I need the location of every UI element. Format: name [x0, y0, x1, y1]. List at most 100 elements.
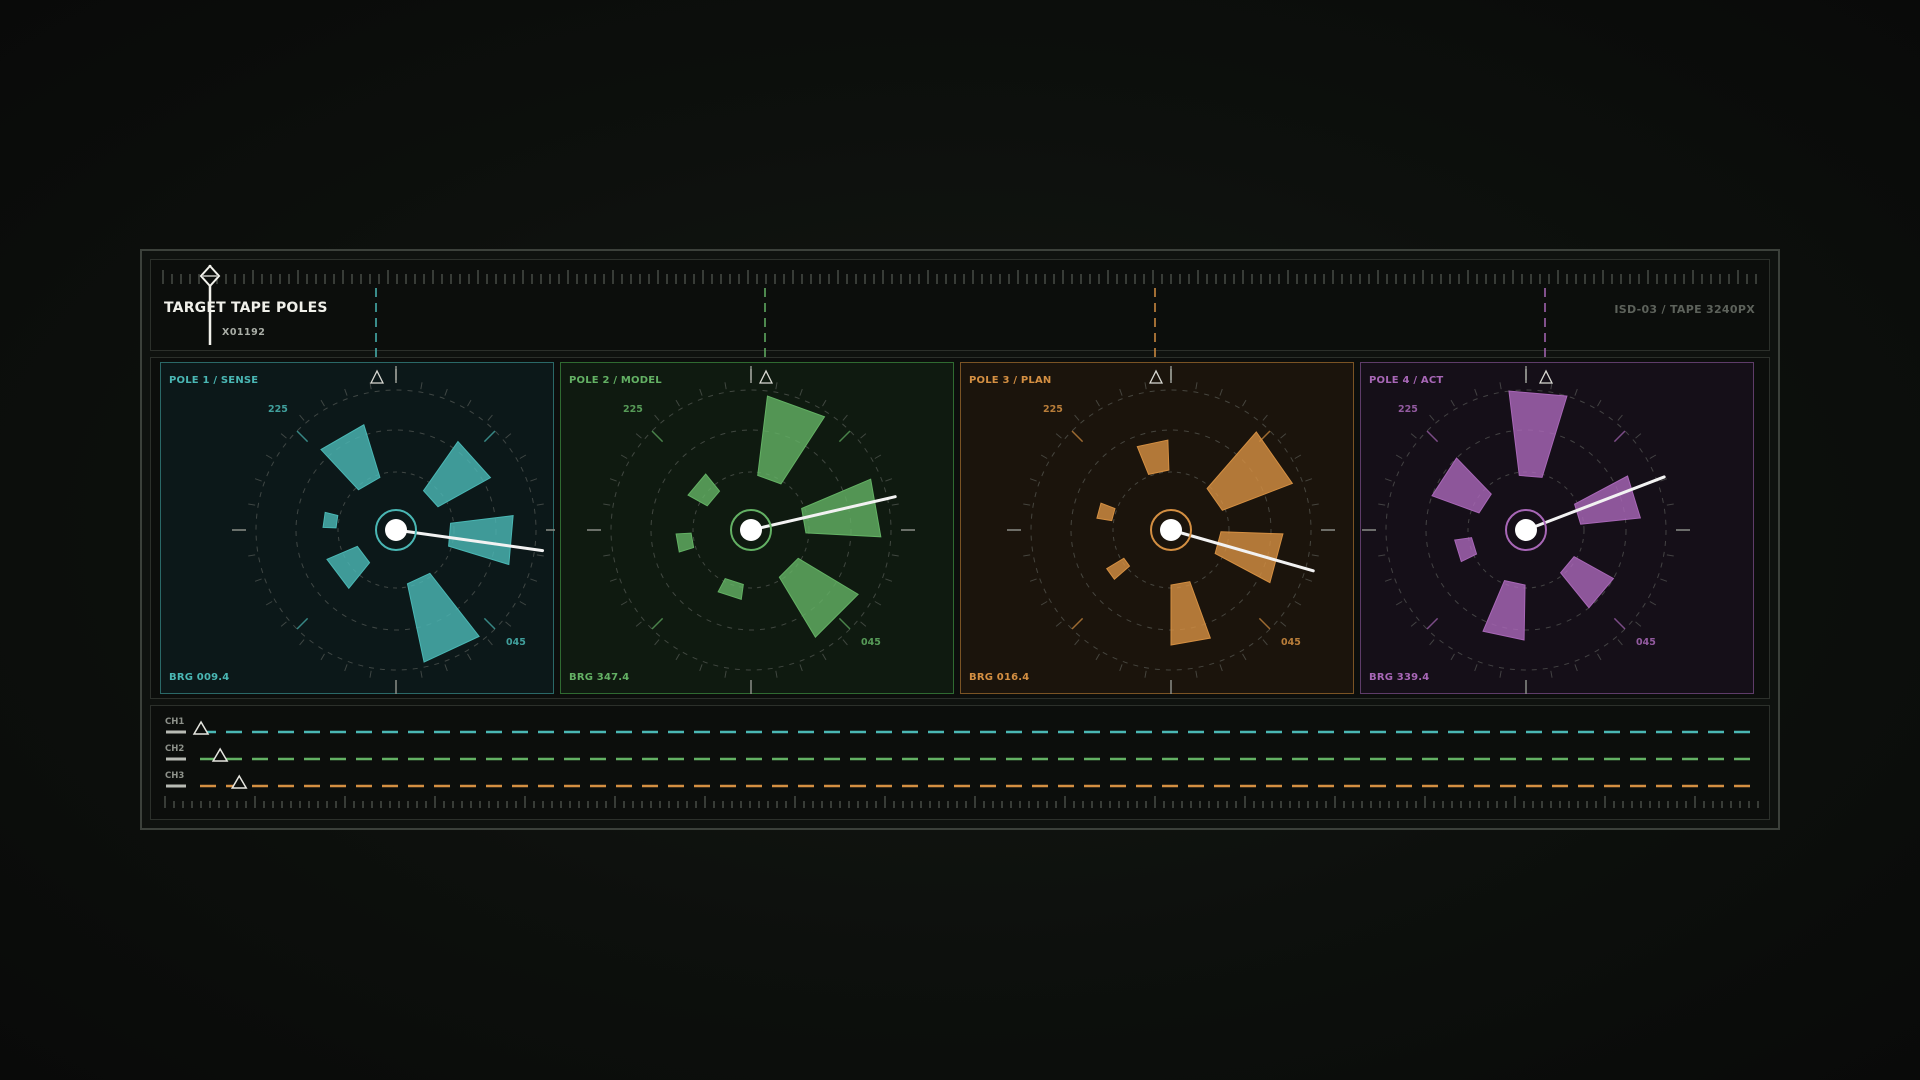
dial-tick	[1119, 664, 1123, 672]
dial-tick	[344, 664, 348, 672]
dial-tick	[609, 478, 617, 482]
dial-tick	[1635, 433, 1642, 439]
dial-tick	[1280, 433, 1287, 439]
signal-wedge	[717, 577, 744, 600]
angle-label-225: 225	[268, 404, 288, 415]
signal-wedge	[1431, 457, 1492, 514]
dial-tick	[874, 601, 882, 606]
pole-dial-model: 225 045	[587, 366, 915, 694]
pole-dial-plan: 225 045	[1007, 366, 1335, 694]
tape-id-label: ISD-03 / TAPE 3240PX	[1614, 303, 1755, 316]
pole-panel-sense[interactable]: 225 045 POLE 1 / SENSE BRG 009.4	[160, 362, 555, 694]
dial-tick	[1474, 664, 1478, 672]
signal-wedge	[326, 545, 371, 590]
dial-tick	[1597, 399, 1602, 407]
channel-label-ch3: CH3	[165, 771, 185, 781]
dial-tick	[603, 554, 611, 557]
dial-tick	[699, 664, 703, 672]
dial-tick	[1395, 601, 1403, 606]
dial-diag-tick	[1613, 430, 1626, 443]
dial-tick	[1294, 601, 1302, 606]
dial-tick	[654, 639, 660, 646]
dial-tick	[609, 578, 617, 582]
dial-diag-tick	[651, 617, 664, 630]
signal-wedge	[1170, 581, 1212, 646]
dial-tick	[1311, 503, 1319, 506]
angle-label-225: 225	[623, 404, 643, 415]
dial-tick	[799, 388, 803, 396]
dial-tick	[699, 388, 703, 396]
angle-label-045: 045	[506, 637, 526, 648]
dial-diag-tick	[1613, 617, 1626, 630]
dial-diag-tick	[1071, 617, 1084, 630]
dial-tick	[1410, 433, 1417, 439]
signal-wedge	[320, 424, 381, 491]
dial-tick	[891, 554, 899, 557]
dial-tick	[724, 382, 727, 390]
dial-tick	[299, 639, 305, 646]
dial-tick	[505, 621, 512, 627]
dial-tick	[1450, 399, 1455, 407]
dial-tick	[1649, 601, 1657, 606]
dial-tick	[1219, 664, 1223, 672]
pole-panel-act[interactable]: 225 045 POLE 4 / ACT BRG 339.4	[1360, 362, 1754, 694]
dial-tick	[842, 639, 848, 646]
dial-tick	[1429, 639, 1435, 646]
pole-title: POLE 1 / SENSE	[169, 375, 259, 386]
dial-tick	[344, 388, 348, 396]
dial-tick	[1649, 454, 1657, 459]
triangle-marker-icon	[1538, 369, 1554, 384]
pole-panel-model[interactable]: 225 045 POLE 2 / MODEL BRG 347.4	[560, 362, 954, 694]
dial-tick	[1095, 399, 1100, 407]
dial-tick	[265, 601, 273, 606]
dial-tick	[1195, 670, 1198, 678]
dial-tick	[487, 414, 493, 421]
signal-wedge	[1136, 439, 1170, 475]
dial-tick	[254, 578, 262, 582]
dial-tick	[248, 554, 256, 557]
dial-tick	[775, 382, 778, 390]
dial-tick	[530, 478, 538, 482]
dial-tick	[1311, 554, 1319, 557]
dial-diag-tick	[483, 430, 496, 443]
hub-dot	[1515, 519, 1537, 541]
dial-tick	[860, 433, 867, 439]
signal-wedge	[1559, 556, 1615, 609]
dial-diag-tick	[1426, 617, 1439, 630]
signal-wedge	[422, 440, 492, 508]
dial-tick	[505, 433, 512, 439]
dial-tick	[1635, 621, 1642, 627]
signal-wedge	[675, 532, 695, 553]
dial-tick	[675, 653, 680, 661]
channel-label-ch1: CH1	[165, 717, 185, 727]
dial-diag-tick	[1071, 430, 1084, 443]
dial-tick	[265, 454, 273, 459]
dial-tick	[1395, 454, 1403, 459]
dial-tick	[1666, 503, 1674, 506]
tape-position-readout: X01192	[222, 327, 266, 338]
angle-label-045: 045	[1281, 637, 1301, 648]
dial-tick	[280, 433, 287, 439]
channel-tracks: CH1 CH2 CH3	[150, 705, 1770, 820]
dial-tick	[1029, 578, 1037, 582]
dial-diag-tick	[1426, 430, 1439, 443]
dial-diag-tick	[838, 430, 851, 443]
pole-panel-plan[interactable]: 225 045 POLE 3 / PLAN BRG 016.4	[960, 362, 1354, 694]
angle-label-225: 225	[1043, 404, 1063, 415]
dial-tick	[1040, 454, 1048, 459]
dial-tick	[1074, 414, 1080, 421]
dial-tick	[822, 399, 827, 407]
dial-tick	[1040, 601, 1048, 606]
dial-tick	[280, 621, 287, 627]
dial-tick	[1305, 478, 1313, 482]
signal-wedge	[1096, 502, 1116, 522]
dial-tick	[799, 664, 803, 672]
dial-tick	[1378, 503, 1386, 506]
hub-dot	[740, 519, 762, 541]
signal-wedge	[322, 511, 339, 529]
dial-tick	[1119, 388, 1123, 396]
dial-tick	[1280, 621, 1287, 627]
dial-tick	[822, 653, 827, 661]
dial-tick	[1195, 382, 1198, 390]
dial-tick	[1262, 414, 1268, 421]
